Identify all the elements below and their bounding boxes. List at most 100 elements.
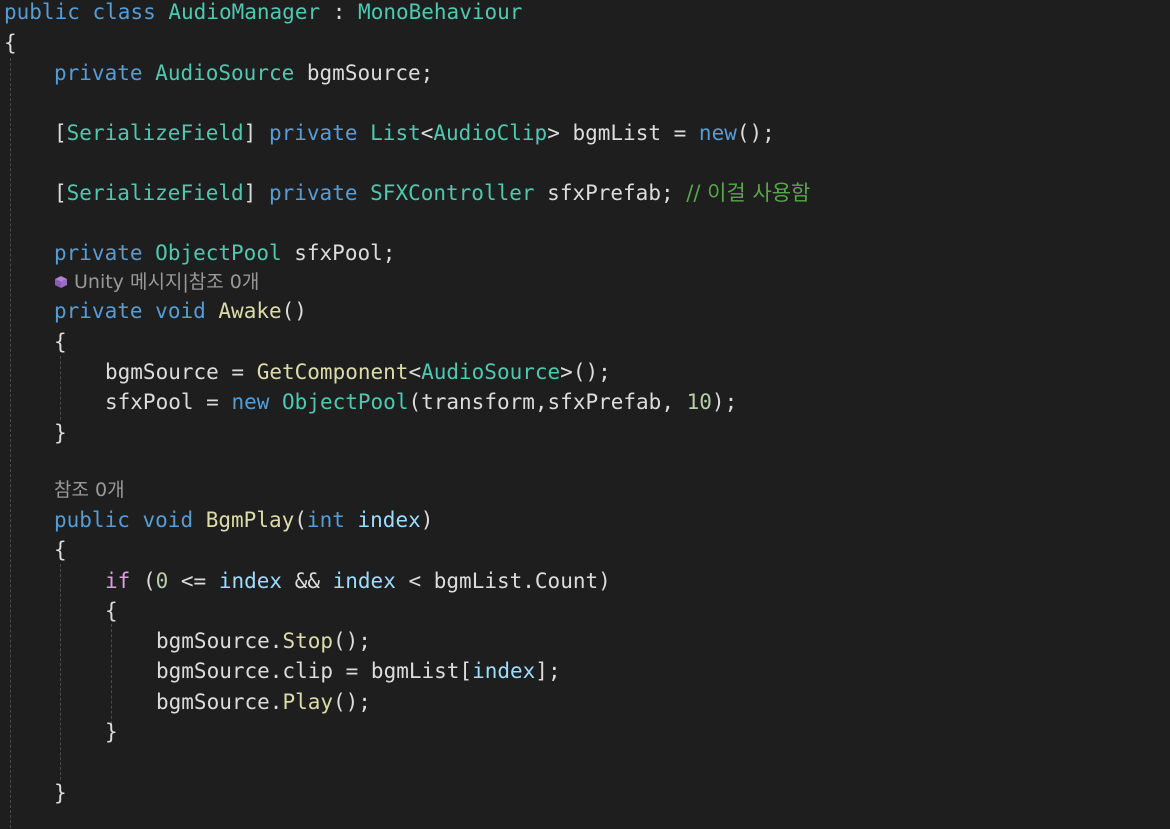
generic-open: < bbox=[408, 360, 422, 384]
keyword-private: private bbox=[268, 121, 358, 145]
type-sfxcontroller: SFXController bbox=[370, 181, 535, 205]
indent-guide-awake bbox=[60, 356, 61, 420]
method-bgmplay: BgmPlay bbox=[205, 508, 295, 532]
type-audiosource: AudioSource bbox=[421, 360, 561, 384]
code-line-7: [SerializeField] private SFXController s… bbox=[54, 178, 810, 208]
param-index: index bbox=[472, 659, 536, 683]
code-line-13: sfxPool = new ObjectPool(transform,sfxPr… bbox=[105, 387, 737, 417]
code-line-17: { bbox=[54, 535, 67, 565]
field-sfxpool: sfxPool; bbox=[281, 241, 396, 265]
paren-open: ( bbox=[294, 508, 307, 532]
attr-bracket-close: ] bbox=[243, 121, 257, 145]
param-index: index bbox=[332, 569, 396, 593]
code-line-21: bgmSource.clip = bgmList[index]; bbox=[156, 656, 561, 686]
method-stop: Stop bbox=[282, 629, 334, 653]
keyword-void: void bbox=[155, 299, 206, 323]
statement-end: (); bbox=[736, 121, 775, 145]
method-awake: Awake bbox=[218, 299, 282, 323]
close-brace: } bbox=[54, 421, 67, 445]
class-name: AudioManager bbox=[168, 0, 321, 24]
open-brace: { bbox=[105, 599, 118, 623]
keyword-private: private bbox=[54, 299, 143, 323]
number-literal: 10 bbox=[686, 390, 712, 414]
code-line-12: bgmSource = GetComponent<AudioSource>(); bbox=[105, 357, 611, 387]
statement-end: ); bbox=[711, 390, 738, 414]
assign-sfxpool: sfxPool = bbox=[105, 390, 232, 414]
close-brace: } bbox=[54, 781, 67, 805]
keyword-class: class bbox=[92, 0, 156, 24]
code-line-20: bgmSource.Stop(); bbox=[156, 626, 371, 656]
assign-bgmsource: bgmSource = bbox=[105, 360, 257, 384]
keyword-private: private bbox=[54, 61, 143, 85]
code-line-10: private void Awake() bbox=[54, 296, 307, 326]
member-access: bgmSource. bbox=[156, 690, 283, 714]
code-line-25: } bbox=[54, 778, 67, 808]
code-line-5: [SerializeField] private List<AudioClip>… bbox=[54, 118, 775, 148]
keyword-if: if bbox=[105, 569, 131, 593]
code-line-22: bgmSource.Play(); bbox=[156, 687, 371, 717]
method-parens: () bbox=[281, 299, 307, 323]
attr-bracket-open: [ bbox=[54, 181, 67, 205]
param-index: index bbox=[218, 569, 283, 593]
paren-close: ) bbox=[420, 508, 434, 532]
number-literal: 0 bbox=[155, 569, 169, 593]
field-sfxprefab: sfxPrefab; bbox=[534, 181, 687, 205]
code-line-1: public class AudioManager : MonoBehaviou… bbox=[4, 0, 522, 27]
inherit-separator: : bbox=[320, 0, 359, 24]
open-brace: { bbox=[54, 538, 67, 562]
code-editor[interactable]: public class AudioManager : MonoBehaviou… bbox=[0, 0, 1170, 829]
codelens-unity-message[interactable]: Unity 메시지|참조 0개 bbox=[54, 269, 259, 295]
field-bgmsource: bgmSource; bbox=[294, 61, 434, 85]
indent-guide-if bbox=[111, 624, 112, 724]
open-brace: { bbox=[54, 330, 67, 354]
statement-end: (); bbox=[333, 690, 371, 714]
keyword-new: new bbox=[698, 121, 737, 145]
keyword-public: public bbox=[54, 508, 130, 532]
keyword-void: void bbox=[142, 508, 194, 532]
keyword-int: int bbox=[306, 508, 345, 532]
constructor-args: (transform,sfxPrefab, bbox=[408, 390, 687, 414]
code-comment: // 이걸 사용함 bbox=[686, 181, 811, 205]
code-line-9: private ObjectPool sfxPool; bbox=[54, 238, 395, 268]
code-line-23: } bbox=[105, 717, 118, 747]
type-audioclip: AudioClip bbox=[433, 121, 548, 145]
type-list: List bbox=[370, 121, 421, 145]
code-line-2: { bbox=[4, 28, 17, 58]
field-bgmlist: bgmList = bbox=[559, 121, 699, 145]
keyword-new: new bbox=[231, 390, 270, 414]
cond-rest: < bgmList.Count) bbox=[395, 569, 611, 593]
generic-open: < bbox=[420, 121, 434, 145]
indent-guide-bgmplay bbox=[60, 564, 61, 780]
cond-open: ( bbox=[130, 569, 156, 593]
indent-guide-class bbox=[10, 58, 11, 828]
attr-bracket-open: [ bbox=[54, 121, 67, 145]
codelens-text: 참조 0개 bbox=[54, 479, 125, 501]
operator-lte: <= bbox=[168, 569, 219, 593]
base-class-name: MonoBehaviour bbox=[358, 0, 523, 24]
attr-bracket-close: ] bbox=[243, 181, 257, 205]
keyword-private: private bbox=[268, 181, 358, 205]
codelens-references[interactable]: 참조 0개 bbox=[54, 477, 125, 503]
keyword-public: public bbox=[4, 0, 80, 24]
type-objectpool: ObjectPool bbox=[282, 390, 409, 414]
param-index: index bbox=[357, 508, 421, 532]
statement-end: >(); bbox=[560, 360, 611, 384]
close-brace: } bbox=[105, 720, 118, 744]
code-line-19: { bbox=[105, 596, 118, 626]
assign-clip: bgmSource.clip = bgmList[ bbox=[156, 659, 473, 683]
attribute-serializefield: SerializeField bbox=[66, 121, 244, 145]
code-line-14: } bbox=[54, 418, 67, 448]
statement-end: ]; bbox=[535, 659, 561, 683]
codelens-text: Unity 메시지|참조 0개 bbox=[74, 271, 260, 293]
generic-close: > bbox=[547, 121, 560, 145]
keyword-private: private bbox=[54, 241, 143, 265]
member-access: bgmSource. bbox=[156, 629, 283, 653]
method-play: Play bbox=[282, 690, 334, 714]
open-brace: { bbox=[4, 31, 17, 55]
attribute-serializefield: SerializeField bbox=[66, 181, 244, 205]
code-line-18: if (0 <= index && index < bgmList.Count) bbox=[105, 566, 611, 596]
operator-and: && bbox=[282, 569, 333, 593]
code-line-16: public void BgmPlay(int index) bbox=[54, 505, 433, 535]
type-objectpool: ObjectPool bbox=[155, 241, 282, 265]
code-line-3: private AudioSource bgmSource; bbox=[54, 58, 433, 88]
